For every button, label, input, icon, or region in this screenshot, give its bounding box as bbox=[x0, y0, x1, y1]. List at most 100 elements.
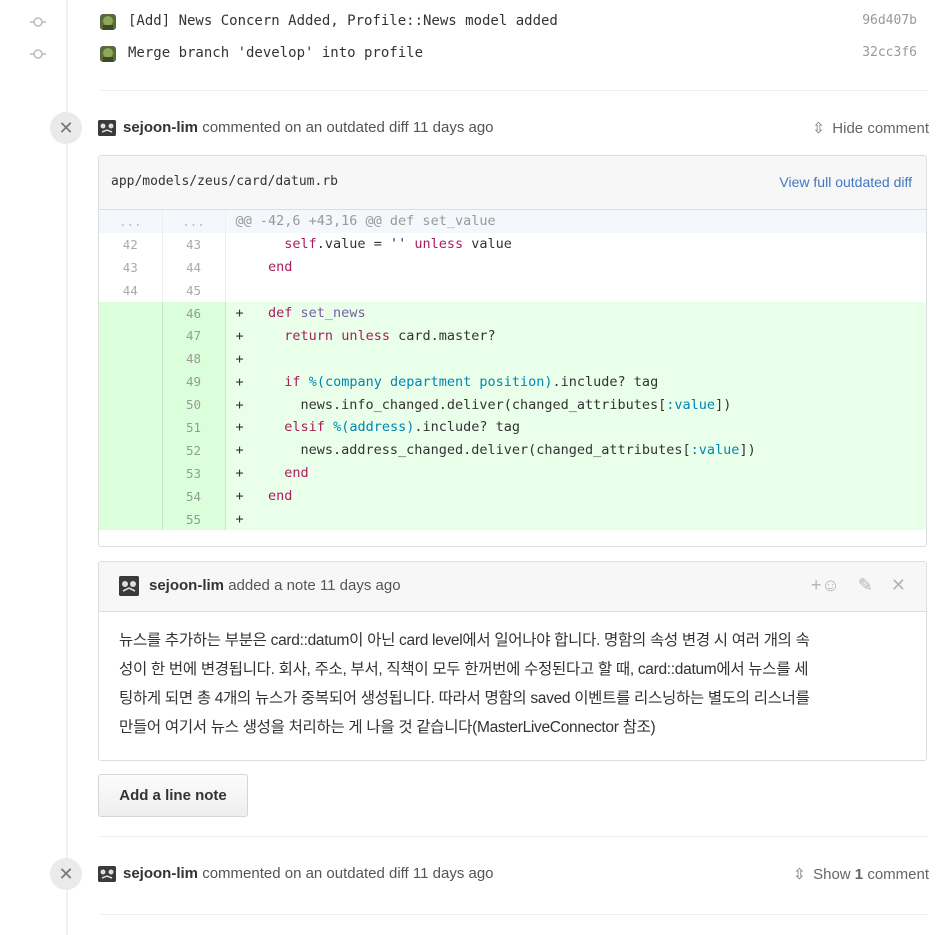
line-number[interactable]: 44 bbox=[99, 278, 163, 302]
git-commit-icon bbox=[30, 49, 46, 59]
line-number[interactable]: 53 bbox=[162, 461, 226, 485]
line-number[interactable]: 48 bbox=[162, 347, 226, 371]
fold-icon: ⇳ bbox=[812, 120, 825, 137]
code-line: + def set_news bbox=[225, 301, 926, 325]
diff-row-added: 53 + end bbox=[99, 461, 926, 485]
line-number bbox=[99, 324, 163, 348]
commit-message-link[interactable]: Merge branch 'develop' into profile bbox=[128, 45, 423, 61]
show-comment-toggle[interactable]: ⇳ Show 1 comment bbox=[793, 865, 929, 883]
hunk-header: @@ -42,6 +43,16 @@ def set_value bbox=[225, 210, 926, 233]
line-number[interactable]: 43 bbox=[162, 232, 226, 256]
line-number bbox=[99, 301, 163, 325]
divider bbox=[100, 914, 927, 915]
diff-row-added: 54 + end bbox=[99, 484, 926, 508]
delete-close-icon[interactable]: ✕ bbox=[891, 575, 906, 595]
line-number bbox=[99, 461, 163, 485]
diff-row-added: 49 + if %(company department position).i… bbox=[99, 370, 926, 394]
line-number: ... bbox=[162, 210, 226, 233]
line-number bbox=[99, 347, 163, 371]
line-number[interactable]: 52 bbox=[162, 438, 226, 462]
diff-row-added: 46 + def set_news bbox=[99, 301, 926, 325]
add-reaction-icon[interactable]: +☺ bbox=[811, 575, 840, 595]
note-actions: +☺ ✎ ✕ bbox=[793, 575, 906, 596]
line-number bbox=[99, 393, 163, 417]
diff-row: 44 45 bbox=[99, 278, 926, 302]
close-icon: ✕ bbox=[50, 112, 82, 144]
commit-author-avatar[interactable] bbox=[100, 14, 116, 30]
comment-label: comment bbox=[867, 866, 929, 883]
line-number[interactable]: 54 bbox=[162, 484, 226, 508]
diff-row-added: 55 + bbox=[99, 507, 926, 531]
code-line: + news.info_changed.deliver(changed_attr… bbox=[225, 393, 926, 417]
line-number bbox=[99, 507, 163, 531]
hide-comment-label: Hide comment bbox=[832, 120, 929, 137]
commit-author-avatar[interactable] bbox=[100, 46, 116, 62]
hunk-header-row: ... ... @@ -42,6 +43,16 @@ def set_value bbox=[99, 210, 926, 233]
divider bbox=[100, 90, 927, 91]
unfold-icon: ⇳ bbox=[793, 866, 806, 883]
diff-row: 42 43 self.value = '' unless value bbox=[99, 232, 926, 256]
note-header: sejoon-lim added a note 11 days ago +☺ ✎ ✕ bbox=[99, 562, 926, 612]
close-icon: ✕ bbox=[50, 858, 82, 890]
line-number[interactable]: 55 bbox=[162, 507, 226, 531]
code-line: + bbox=[225, 507, 926, 531]
comment-header-text: sejoon-lim commented on an outdated diff… bbox=[123, 119, 494, 136]
code-line bbox=[225, 279, 926, 302]
note-line: 성이 한 번에 변경됩니다. 회사, 주소, 부서, 직책이 모두 한꺼번에 수… bbox=[119, 661, 809, 678]
diff-row-added: 50 + news.info_changed.deliver(changed_a… bbox=[99, 393, 926, 417]
line-number[interactable]: 50 bbox=[162, 393, 226, 417]
commit-message-link[interactable]: [Add] News Concern Added, Profile::News … bbox=[128, 13, 558, 29]
line-note: sejoon-lim added a note 11 days ago +☺ ✎ ✕… bbox=[98, 561, 927, 761]
diff-row-added: 47 + return unless card.master? bbox=[99, 324, 926, 348]
line-number[interactable]: 42 bbox=[99, 232, 163, 256]
commit-sha-link[interactable]: 96d407b bbox=[862, 13, 917, 28]
avatar[interactable] bbox=[98, 866, 116, 882]
comment-meta: commented on an outdated diff 11 days ag… bbox=[202, 865, 494, 882]
commit-row: Merge branch 'develop' into profile 32cc… bbox=[0, 39, 947, 69]
note-meta: added a note 11 days ago bbox=[228, 577, 401, 594]
username-link[interactable]: sejoon-lim bbox=[123, 865, 198, 882]
comment-thread-header: ✕ sejoon-lim commented on an outdated di… bbox=[0, 112, 947, 144]
diff-file: app/models/zeus/card/datum.rb View full … bbox=[98, 155, 927, 547]
code-line: + bbox=[225, 347, 926, 371]
add-line-note-button[interactable]: Add a line note bbox=[98, 774, 248, 817]
diff-table: ... ... @@ -42,6 +43,16 @@ def set_value… bbox=[99, 210, 926, 531]
diff-row-added: 52 + news.address_changed.deliver(change… bbox=[99, 438, 926, 462]
line-number bbox=[99, 438, 163, 462]
line-number: ... bbox=[99, 210, 163, 233]
line-number[interactable]: 46 bbox=[162, 301, 226, 325]
line-number[interactable]: 44 bbox=[162, 255, 226, 279]
note-line: 만들어 여기서 뉴스 생성을 처리하는 게 나을 것 같습니다(MasterLi… bbox=[119, 719, 656, 736]
username-link[interactable]: sejoon-lim bbox=[123, 119, 198, 136]
note-line: 팅하게 되면 총 4개의 뉴스가 중복되어 생성됩니다. 따라서 명함의 sav… bbox=[119, 690, 810, 707]
line-number[interactable]: 43 bbox=[99, 255, 163, 279]
line-number bbox=[99, 484, 163, 508]
line-number[interactable]: 51 bbox=[162, 416, 226, 439]
comment-header-text: sejoon-lim commented on an outdated diff… bbox=[123, 865, 494, 882]
line-number bbox=[99, 370, 163, 394]
commit-sha-link[interactable]: 32cc3f6 bbox=[862, 45, 917, 60]
line-number[interactable]: 45 bbox=[162, 278, 226, 302]
code-line: + if %(company department position).incl… bbox=[225, 370, 926, 394]
line-number[interactable]: 49 bbox=[162, 370, 226, 394]
comment-meta: commented on an outdated diff 11 days ag… bbox=[202, 119, 494, 136]
line-number[interactable]: 47 bbox=[162, 324, 226, 348]
file-path: app/models/zeus/card/datum.rb bbox=[111, 174, 338, 189]
code-line: end bbox=[268, 259, 293, 276]
username-link[interactable]: sejoon-lim bbox=[149, 577, 224, 594]
code-line: + return unless card.master? bbox=[225, 324, 926, 348]
edit-pencil-icon[interactable]: ✎ bbox=[858, 575, 873, 595]
hide-comment-toggle[interactable]: ⇳ Hide comment bbox=[812, 119, 929, 137]
code-line: self.value = '' unless value bbox=[284, 236, 512, 253]
line-number bbox=[99, 416, 163, 439]
comment-thread-header: ✕ sejoon-lim commented on an outdated di… bbox=[0, 858, 947, 890]
file-header: app/models/zeus/card/datum.rb View full … bbox=[99, 156, 926, 210]
avatar[interactable] bbox=[98, 120, 116, 136]
note-body: 뉴스를 추가하는 부분은 card::datum이 아닌 card level에… bbox=[99, 612, 926, 756]
code-line: + end bbox=[225, 484, 926, 508]
diff-row: 43 44 end bbox=[99, 255, 926, 279]
divider bbox=[100, 836, 927, 837]
avatar[interactable] bbox=[119, 576, 139, 596]
note-line: 뉴스를 추가하는 부분은 card::datum이 아닌 card level에… bbox=[119, 632, 810, 649]
view-full-diff-link[interactable]: View full outdated diff bbox=[779, 174, 912, 190]
